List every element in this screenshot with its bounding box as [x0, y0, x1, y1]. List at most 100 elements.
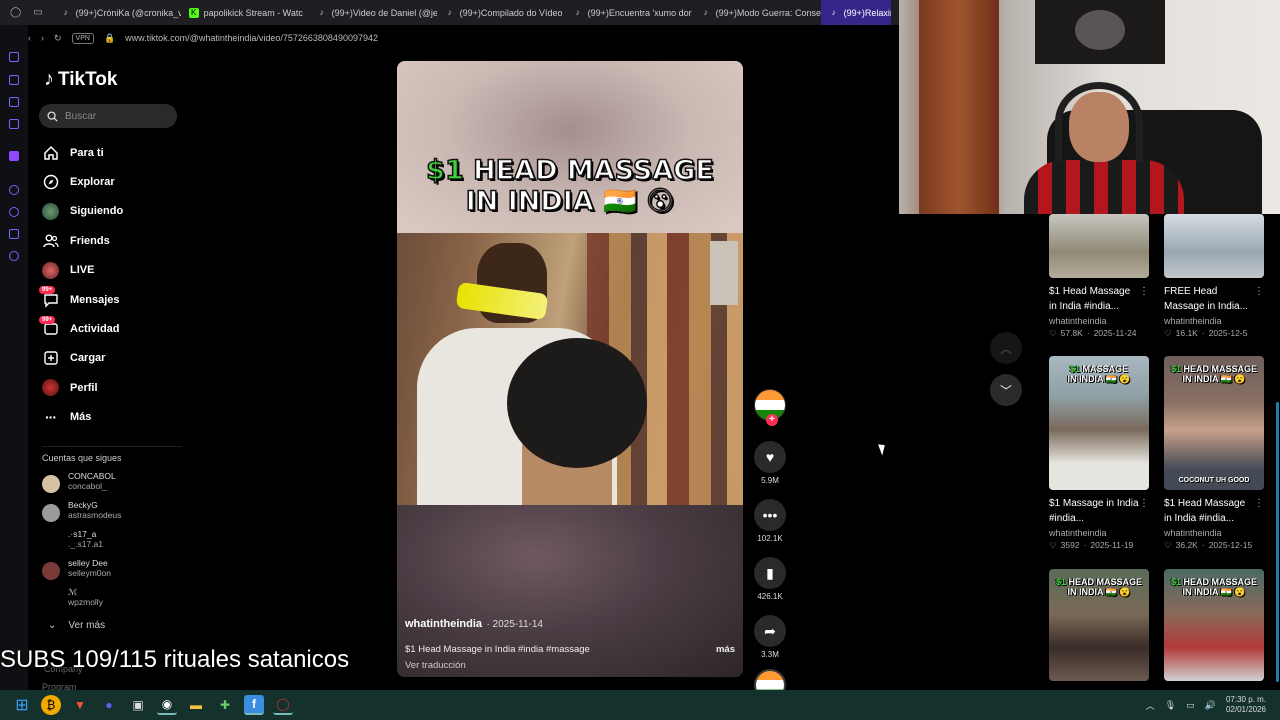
- discord-icon[interactable]: ●: [99, 695, 119, 715]
- related-card[interactable]: $1 MASSAGE IN INDIA 🇮🇳 😮 $1 Massage in In…: [1049, 356, 1149, 551]
- forward-icon[interactable]: ›: [41, 33, 44, 43]
- sidebar-app-icon[interactable]: [9, 75, 19, 85]
- search-input[interactable]: [65, 110, 165, 122]
- related-card[interactable]: $1 HEAD MASSAGE IN INDIA 🇮🇳 😮 COCONUT UH …: [1164, 356, 1264, 551]
- kick-icon: K: [188, 7, 199, 18]
- nav-mas[interactable]: ··· Más: [42, 403, 182, 432]
- related-thumbnail[interactable]: $1 HEAD MASSAGE IN INDIA 🇮🇳 😮 COCONUT UH …: [1164, 356, 1264, 490]
- like-action[interactable]: ♥ 5.9M: [752, 441, 788, 485]
- twitch-icon[interactable]: [9, 151, 19, 161]
- sidebar-app-icon[interactable]: [9, 229, 19, 239]
- following-account[interactable]: selley Dee selleym0on: [42, 558, 182, 587]
- more-options-icon[interactable]: ⋮: [1254, 284, 1264, 314]
- share-icon[interactable]: ➦: [754, 615, 786, 647]
- url-text[interactable]: www.tiktok.com/@whatintheindia/video/757…: [125, 33, 378, 43]
- sidebar-app-icon[interactable]: [9, 52, 19, 62]
- nav-mensajes[interactable]: 99+ Mensajes: [39, 285, 182, 314]
- related-thumbnail[interactable]: [1049, 214, 1149, 278]
- more-options-icon[interactable]: ⋮: [1139, 284, 1149, 314]
- share-action[interactable]: ➦ 3.3M: [752, 615, 788, 659]
- clock[interactable]: 07:30 p. m. 02/01/2026: [1226, 695, 1266, 715]
- folder-icon[interactable]: ▬: [186, 695, 206, 715]
- chevron-up-icon[interactable]: ︿: [1146, 699, 1155, 712]
- microphone-icon[interactable]: 🎙: [1165, 700, 1176, 711]
- comment-icon[interactable]: •••: [754, 499, 786, 531]
- related-thumbnail[interactable]: $1 HEAD MASSAGE IN INDIA 🇮🇳 😮: [1164, 569, 1264, 681]
- tiktok-icon: ♪: [63, 8, 68, 17]
- nav-para-ti[interactable]: Para ti: [42, 138, 182, 167]
- translate-link[interactable]: Ver traducción: [405, 660, 735, 671]
- back-icon[interactable]: ‹: [28, 33, 31, 43]
- previous-video-button[interactable]: ︿: [990, 332, 1022, 364]
- more-button[interactable]: más: [716, 644, 735, 655]
- tab-relaxing-active[interactable]: ♪(99+)Relaxing V: [820, 0, 891, 25]
- related-thumbnail[interactable]: [1164, 214, 1264, 278]
- tiktok-icon: ♪: [447, 8, 452, 17]
- app-f-icon[interactable]: f: [244, 695, 264, 715]
- upload-icon: [42, 350, 59, 367]
- comment-action[interactable]: ••• 102.1K: [752, 499, 788, 543]
- nav-actividad[interactable]: 99+ Actividad: [39, 314, 182, 343]
- sidebar-app-icon[interactable]: [9, 119, 19, 129]
- heart-icon[interactable]: ♥: [754, 441, 786, 473]
- video-author[interactable]: whatintheindia: [405, 618, 482, 630]
- creator-avatar[interactable]: +: [754, 389, 786, 426]
- settings-icon[interactable]: [9, 251, 19, 261]
- app-icon[interactable]: ₿: [41, 695, 61, 715]
- tab-overview-icon[interactable]: ▭: [33, 7, 42, 18]
- save-action[interactable]: ▮ 426.1K: [752, 557, 788, 601]
- reload-icon[interactable]: ↻: [54, 33, 62, 44]
- related-thumbnail[interactable]: $1 HEAD MASSAGE IN INDIA 🇮🇳 😮: [1049, 569, 1149, 681]
- sidebar-app-icon[interactable]: [9, 185, 19, 195]
- related-card[interactable]: $1 HEAD MASSAGE IN INDIA 🇮🇳 😮: [1164, 569, 1264, 681]
- nav-explorar[interactable]: Explorar: [42, 167, 182, 196]
- tab-encuentra[interactable]: ♪ (99+)Encuentra 'xumo dor: [565, 0, 693, 25]
- system-tray: ︿ 🎙 ▭ 🔊 07:30 p. m. 02/01/2026: [1146, 690, 1266, 720]
- more-icon: ···: [45, 409, 57, 426]
- gamepad-icon[interactable]: ✚: [215, 695, 235, 715]
- nav-perfil[interactable]: Perfil: [42, 373, 182, 402]
- more-options-icon[interactable]: ⋮: [1254, 496, 1264, 526]
- nav-cargar[interactable]: Cargar: [42, 344, 182, 373]
- history-icon[interactable]: [9, 207, 19, 217]
- tab-daniel[interactable]: ♪ (99+)Video de Daniel (@je: [309, 0, 437, 25]
- sidebar-app-icon[interactable]: [9, 97, 19, 107]
- follow-plus-icon[interactable]: +: [766, 414, 778, 426]
- search-box[interactable]: [39, 104, 177, 128]
- bookmark-icon[interactable]: ▮: [754, 557, 786, 589]
- tab-kick[interactable]: Kpapolikick Stream - Watc: [181, 0, 309, 25]
- nav-live[interactable]: LIVE: [42, 256, 182, 285]
- following-account[interactable]: CONCABOL concabol_: [42, 471, 182, 500]
- tab-cronika[interactable]: ♪ (99+)CróniKa (@cronika_v: [53, 0, 181, 25]
- windows-start-icon[interactable]: ⊞: [12, 695, 32, 715]
- network-icon[interactable]: ▭: [1186, 700, 1195, 711]
- nav-friends[interactable]: Friends: [42, 226, 182, 255]
- opera-icon[interactable]: ◯: [273, 695, 293, 715]
- see-more-button[interactable]: ⌄ Ver más: [48, 620, 105, 631]
- volume-icon[interactable]: 🔊: [1205, 700, 1216, 711]
- brave-icon[interactable]: ▼: [70, 695, 90, 715]
- tiktok-logo-icon: ♪: [44, 68, 54, 90]
- related-card[interactable]: $1 Head Massage in India #india... ⋮ what…: [1049, 214, 1149, 339]
- vpn-badge[interactable]: VPN: [71, 32, 94, 44]
- following-account[interactable]: ℳwpzmolly: [42, 587, 182, 616]
- tab-modo-guerra[interactable]: ♪ (99+)Modo Guerra: Conse: [693, 0, 821, 25]
- video-player[interactable]: $1 HEAD MASSAGE IN INDIA 🇮🇳 😮 whatinthei…: [397, 61, 743, 677]
- following-account[interactable]: .·s17_a ._.s17.a1: [42, 529, 182, 558]
- related-card[interactable]: FREE Head Massage in India... ⋮ whatinthe…: [1164, 214, 1264, 339]
- following-account[interactable]: BeckyG astrasmodeus: [42, 500, 182, 529]
- video-frame: [397, 233, 743, 508]
- nav-siguiendo[interactable]: Siguiendo: [42, 197, 182, 226]
- next-video-button[interactable]: ﹀: [990, 374, 1022, 406]
- more-options-icon[interactable]: ⋮: [1139, 496, 1149, 526]
- store-icon[interactable]: ▣: [128, 695, 148, 715]
- related-thumbnail[interactable]: $1 MASSAGE IN INDIA 🇮🇳 😮: [1049, 356, 1149, 490]
- address-bar[interactable]: ‹ › ↻ VPN 🔒 www.tiktok.com/@whatintheind…: [28, 28, 898, 48]
- tiktok-logo[interactable]: ♪ TikTok: [44, 68, 117, 91]
- related-card[interactable]: $1 HEAD MASSAGE IN INDIA 🇮🇳 😮: [1049, 569, 1149, 681]
- opera-logo-icon[interactable]: ◯: [10, 7, 21, 18]
- obs-icon[interactable]: ◉: [157, 695, 177, 715]
- page-scrollbar[interactable]: [1276, 402, 1279, 682]
- tiktok-icon: ♪: [319, 8, 324, 17]
- tab-compilado[interactable]: ♪ (99+)Compilado do Vídeo: [437, 0, 565, 25]
